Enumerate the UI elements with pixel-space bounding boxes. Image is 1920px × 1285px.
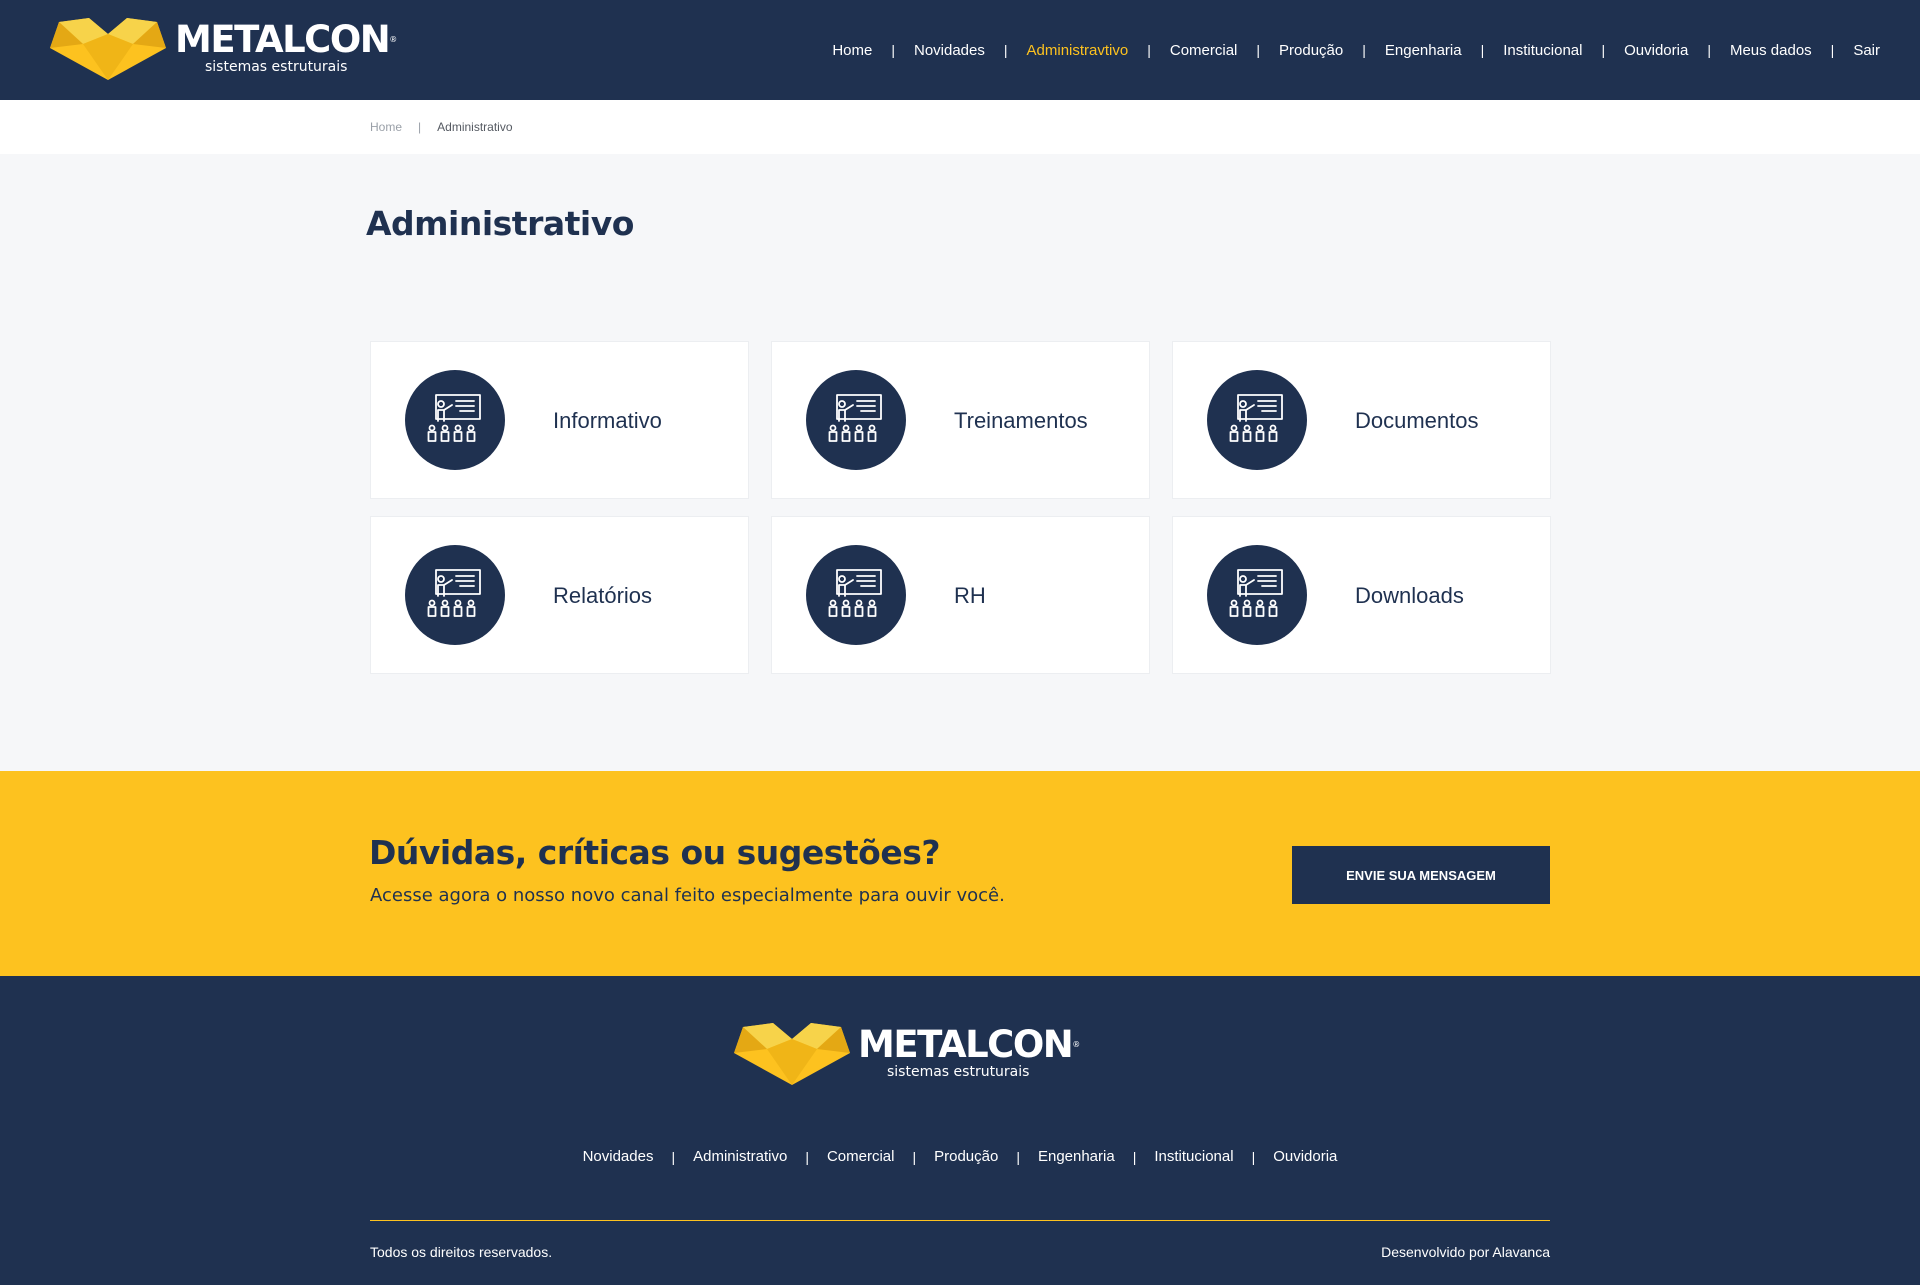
footer-nav-separator: | <box>912 1148 917 1165</box>
card-label: Treinamentos <box>954 408 1088 433</box>
nav-item-meus-dados[interactable]: Meus dados <box>1730 42 1812 59</box>
footer-nav-separator: | <box>1132 1148 1137 1165</box>
presentation-icon <box>806 545 906 645</box>
main-nav: Home | Novidades | Administravtivo | Comercial… <box>832 0 1880 100</box>
nav-separator: | <box>1362 42 1366 58</box>
card-downloads[interactable]: Downloads <box>1172 516 1551 674</box>
nav-separator: | <box>1601 42 1606 58</box>
presentation-icon <box>405 370 505 470</box>
brand-tagline: sistemas estruturais <box>205 59 348 75</box>
footer-nav-separator: | <box>671 1148 676 1165</box>
nav-separator: | <box>1480 42 1485 58</box>
nav-item-comercial[interactable]: Comercial <box>1170 42 1238 59</box>
footer-nav-comercial[interactable]: Comercial <box>827 1148 895 1165</box>
footer-nav-administrativo[interactable]: Administrativo <box>693 1148 787 1165</box>
nav-separator: | <box>1147 42 1151 58</box>
card-relatorios[interactable]: Relatórios <box>370 516 749 674</box>
presentation-icon <box>1207 545 1307 645</box>
nav-item-home[interactable]: Home <box>832 42 872 59</box>
nav-separator: | <box>1830 42 1835 58</box>
breadcrumb-home[interactable]: Home <box>370 120 402 134</box>
category-grid: Informativo Treinamentos Documentos Rela… <box>370 341 1552 674</box>
card-label: Relatórios <box>553 583 653 608</box>
feedback-title: Dúvidas, críticas ou sugestões? <box>369 833 941 872</box>
breadcrumb-bar: Home | Administrativo <box>0 100 1920 154</box>
footer-nav-separator: | <box>805 1148 809 1165</box>
breadcrumb: Home | Administrativo <box>370 100 513 154</box>
presentation-icon <box>1207 370 1307 470</box>
presentation-icon <box>405 545 505 645</box>
footer-nav-ouvidoria[interactable]: Ouvidoria <box>1273 1148 1337 1165</box>
metalcon-logo-icon <box>50 18 166 80</box>
nav-separator: | <box>1707 42 1711 58</box>
card-label: Documentos <box>1355 408 1479 433</box>
footer-nav-novidades[interactable]: Novidades <box>583 1148 654 1165</box>
footer-nav-producao[interactable]: Produção <box>934 1148 998 1165</box>
footer-nav-separator: | <box>1016 1148 1020 1165</box>
nav-item-administravtivo[interactable]: Administravtivo <box>1027 42 1129 59</box>
card-label: Downloads <box>1355 583 1464 608</box>
card-informativo[interactable]: Informativo <box>370 341 749 499</box>
page-title: Administrativo <box>366 204 634 243</box>
footer-nav-separator: | <box>1251 1148 1256 1165</box>
breadcrumb-current: Administrativo <box>437 120 513 134</box>
footer-nav-institucional[interactable]: Institucional <box>1154 1148 1233 1165</box>
feedback-banner: Dúvidas, críticas ou sugestões? Acesse a… <box>0 771 1920 976</box>
feedback-text: Acesse agora o nosso novo canal feito es… <box>370 885 1005 906</box>
card-treinamentos[interactable]: Treinamentos <box>771 341 1150 499</box>
footer-brand-name: METALCON® <box>858 1023 1081 1066</box>
nav-item-producao[interactable]: Produção <box>1279 42 1343 59</box>
breadcrumb-separator: | <box>418 120 422 134</box>
send-message-button[interactable]: ENVIE SUA MENSAGEM <box>1292 846 1550 904</box>
brand-name: METALCON® <box>175 18 398 61</box>
footer-divider <box>370 1220 1550 1221</box>
card-documentos[interactable]: Documentos <box>1172 341 1551 499</box>
header-logo[interactable]: METALCON® sistemas estruturais <box>49 18 397 84</box>
nav-separator: | <box>1256 42 1261 58</box>
card-label: RH <box>954 583 986 608</box>
footer-nav-engenharia[interactable]: Engenharia <box>1038 1148 1115 1165</box>
nav-separator: | <box>891 42 895 58</box>
nav-item-sair[interactable]: Sair <box>1853 42 1880 59</box>
card-label: Informativo <box>553 408 662 433</box>
nav-separator: | <box>1003 42 1008 58</box>
footer-logo[interactable]: METALCON® sistemas estruturais <box>733 1023 1080 1089</box>
presentation-icon <box>806 370 906 470</box>
footer-brand-tagline: sistemas estruturais <box>887 1064 1030 1080</box>
nav-item-novidades[interactable]: Novidades <box>914 42 985 59</box>
footer-nav: Novidades | Administrativo | Comercial | Produ… <box>0 1148 1920 1165</box>
nav-item-ouvidoria[interactable]: Ouvidoria <box>1624 42 1688 59</box>
card-rh[interactable]: RH <box>771 516 1150 674</box>
developer-credit[interactable]: Desenvolvido por Alavanca <box>1381 1244 1550 1260</box>
copyright-text: Todos os direitos reservados. <box>370 1244 553 1260</box>
site-header: METALCON® sistemas estruturais Home | Novi… <box>0 0 1920 100</box>
nav-item-engenharia[interactable]: Engenharia <box>1385 42 1462 59</box>
metalcon-logo-icon <box>734 1023 850 1085</box>
site-footer: METALCON® sistemas estruturais Novidades… <box>0 976 1920 1285</box>
nav-item-institucional[interactable]: Institucional <box>1503 42 1582 59</box>
